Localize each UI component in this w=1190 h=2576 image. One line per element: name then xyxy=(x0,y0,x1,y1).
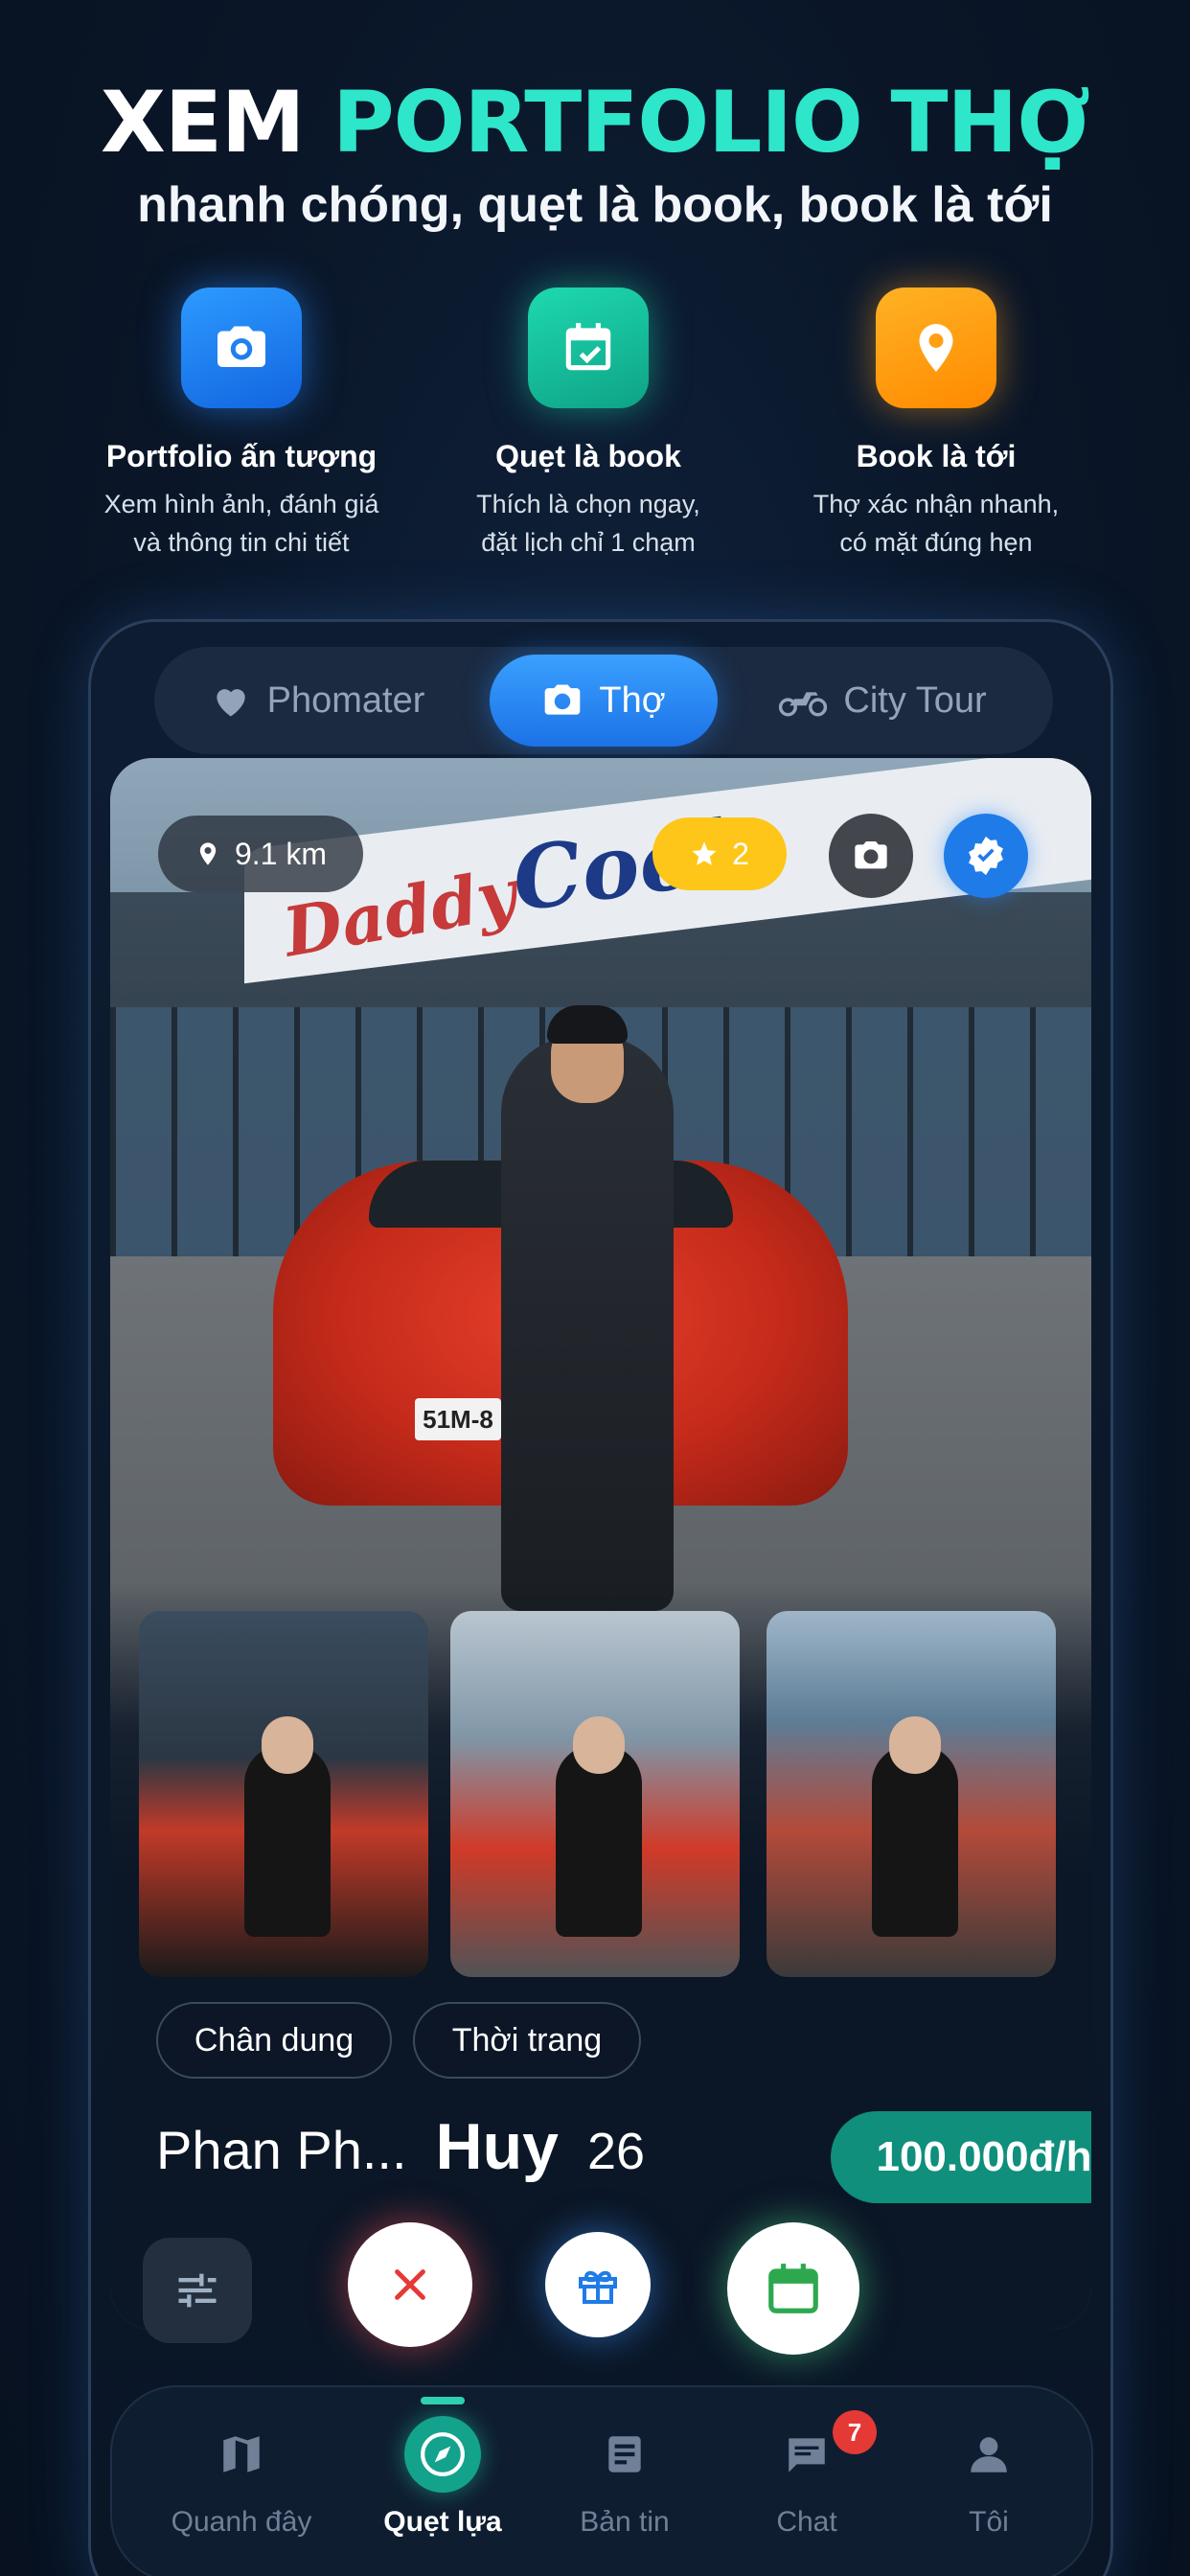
feature-title: Quẹt là book xyxy=(495,439,681,473)
camera-icon xyxy=(181,288,302,408)
tab-label: Bản tin xyxy=(580,2506,670,2538)
distance-badge: 9.1 km xyxy=(158,816,363,892)
camera-icon xyxy=(855,841,887,869)
active-tab-indicator xyxy=(421,2397,465,2404)
portfolio-thumbnail[interactable] xyxy=(450,1611,740,1977)
feature-desc-line: có mặt đúng hẹn xyxy=(839,528,1033,557)
star-icon xyxy=(692,841,717,865)
tab-quet-lua[interactable]: Quẹt lựa xyxy=(352,2416,534,2539)
tab-ban-tin[interactable]: Bản tin xyxy=(534,2416,716,2539)
feature-desc: Thích là chọn ngay, đặt lịch chỉ 1 chạm xyxy=(416,485,761,562)
location-pin-icon xyxy=(876,288,996,408)
tab-toi[interactable]: Tôi xyxy=(898,2416,1080,2539)
hero-title: XEM PORTFOLIO THỢ xyxy=(0,75,1190,171)
phone-frame: Phomater Thợ City Tour Daddy Cool 51M-8 … xyxy=(88,619,1113,2576)
bottom-tab-bar: Quanh đây Quẹt lựa Bản tin 7 Chat Tôi xyxy=(110,2385,1093,2576)
dislike-button[interactable] xyxy=(348,2222,472,2347)
hero-title-accent: PORTFOLIO THỢ xyxy=(332,73,1090,172)
tab-label: Quẹt lựa xyxy=(383,2506,502,2538)
location-pin-icon xyxy=(199,842,217,865)
cover-photo-plate: 51M-8 xyxy=(415,1398,501,1440)
photographer-last-name: Huy xyxy=(435,2110,559,2183)
segment-tho[interactable]: Thợ xyxy=(490,655,718,747)
thumbnail-face xyxy=(889,1716,941,1774)
motorbike-icon xyxy=(779,692,828,717)
segment-label: City Tour xyxy=(843,679,987,721)
hero-title-white: XEM xyxy=(100,73,306,172)
tab-chat[interactable]: 7 Chat xyxy=(716,2410,898,2539)
chat-unread-badge: 7 xyxy=(833,2410,877,2454)
compass-icon xyxy=(404,2416,481,2493)
photographer-name-row: Phan Ph... Huy 26 xyxy=(156,2109,645,2196)
tab-label: Quanh đây xyxy=(171,2506,312,2538)
feature-title: Book là tới xyxy=(856,439,1017,473)
segment-label: Phomater xyxy=(266,679,425,721)
gift-icon xyxy=(579,2270,617,2304)
tab-label: Chat xyxy=(776,2506,837,2538)
feature-portfolio: Portfolio ấn tượng Xem hình ảnh, đánh gi… xyxy=(69,288,414,562)
thumbnail-face xyxy=(573,1716,625,1774)
segment-city-tour[interactable]: City Tour xyxy=(739,655,1026,747)
cover-photo-hair xyxy=(547,1005,628,1044)
feature-swipe-book: Quẹt là book Thích là chọn ngay, đặt lịc… xyxy=(416,288,761,562)
feature-desc-line: đặt lịch chỉ 1 chạm xyxy=(481,528,696,557)
hero-subtitle: nhanh chóng, quẹt là book, book là tới xyxy=(137,177,1053,233)
segment-control: Phomater Thợ City Tour xyxy=(154,647,1053,754)
verified-check-icon xyxy=(969,836,1003,876)
portfolio-thumbnail[interactable] xyxy=(767,1611,1056,1977)
rating-badge: 2 xyxy=(652,817,787,890)
map-icon xyxy=(203,2416,280,2493)
close-icon xyxy=(395,2269,425,2300)
segment-phomater[interactable]: Phomater xyxy=(173,655,461,747)
price-badge: 100.000đ/h xyxy=(831,2111,1091,2203)
calendar-check-icon xyxy=(528,288,649,408)
tag-chip[interactable]: Thời trang xyxy=(413,2002,641,2079)
cover-photo-person xyxy=(501,1036,674,1611)
feature-desc: Xem hình ảnh, đánh giá và thông tin chi … xyxy=(69,485,414,562)
thumbnail-figure xyxy=(872,1745,958,1937)
portfolio-thumbnail[interactable] xyxy=(139,1611,428,1977)
feature-desc-line: Thích là chọn ngay, xyxy=(476,490,700,518)
feature-book-arrive: Book là tới Thợ xác nhận nhanh, có mặt đ… xyxy=(764,288,1109,562)
tab-quanh-day[interactable]: Quanh đây xyxy=(150,2416,332,2539)
gift-button[interactable] xyxy=(545,2232,651,2337)
thumbnail-face xyxy=(262,1716,313,1774)
thumbnail-figure xyxy=(556,1745,642,1937)
book-button[interactable] xyxy=(727,2222,859,2355)
distance-value: 9.1 km xyxy=(234,836,328,871)
rating-value: 2 xyxy=(732,836,749,871)
gallery-button[interactable] xyxy=(829,814,913,898)
heart-icon xyxy=(216,689,245,717)
photographer-age: 26 xyxy=(586,2123,646,2180)
sliders-icon xyxy=(178,2273,217,2308)
feature-desc: Thợ xác nhận nhanh, có mặt đúng hẹn xyxy=(764,485,1109,562)
thumbnail-figure xyxy=(244,1745,331,1937)
feature-title: Portfolio ấn tượng xyxy=(105,439,378,473)
verified-badge[interactable] xyxy=(944,814,1028,898)
photographer-card[interactable]: Daddy Cool 51M-8 9.1 km 2 Chân dung Thời… xyxy=(110,758,1091,2330)
photographer-first-name: Phan Ph... xyxy=(156,2120,407,2180)
filter-button[interactable] xyxy=(143,2238,252,2343)
news-icon xyxy=(586,2416,663,2493)
feature-desc-line: Xem hình ảnh, đánh giá xyxy=(103,490,379,518)
user-icon xyxy=(950,2416,1027,2493)
feature-desc-line: và thông tin chi tiết xyxy=(133,528,350,557)
calendar-icon xyxy=(768,2264,818,2313)
camera-icon xyxy=(545,684,581,715)
tag-chip[interactable]: Chân dung xyxy=(156,2002,392,2079)
tab-label: Tôi xyxy=(969,2506,1009,2538)
feature-desc-line: Thợ xác nhận nhanh, xyxy=(812,490,1060,518)
segment-label: Thợ xyxy=(599,679,666,721)
